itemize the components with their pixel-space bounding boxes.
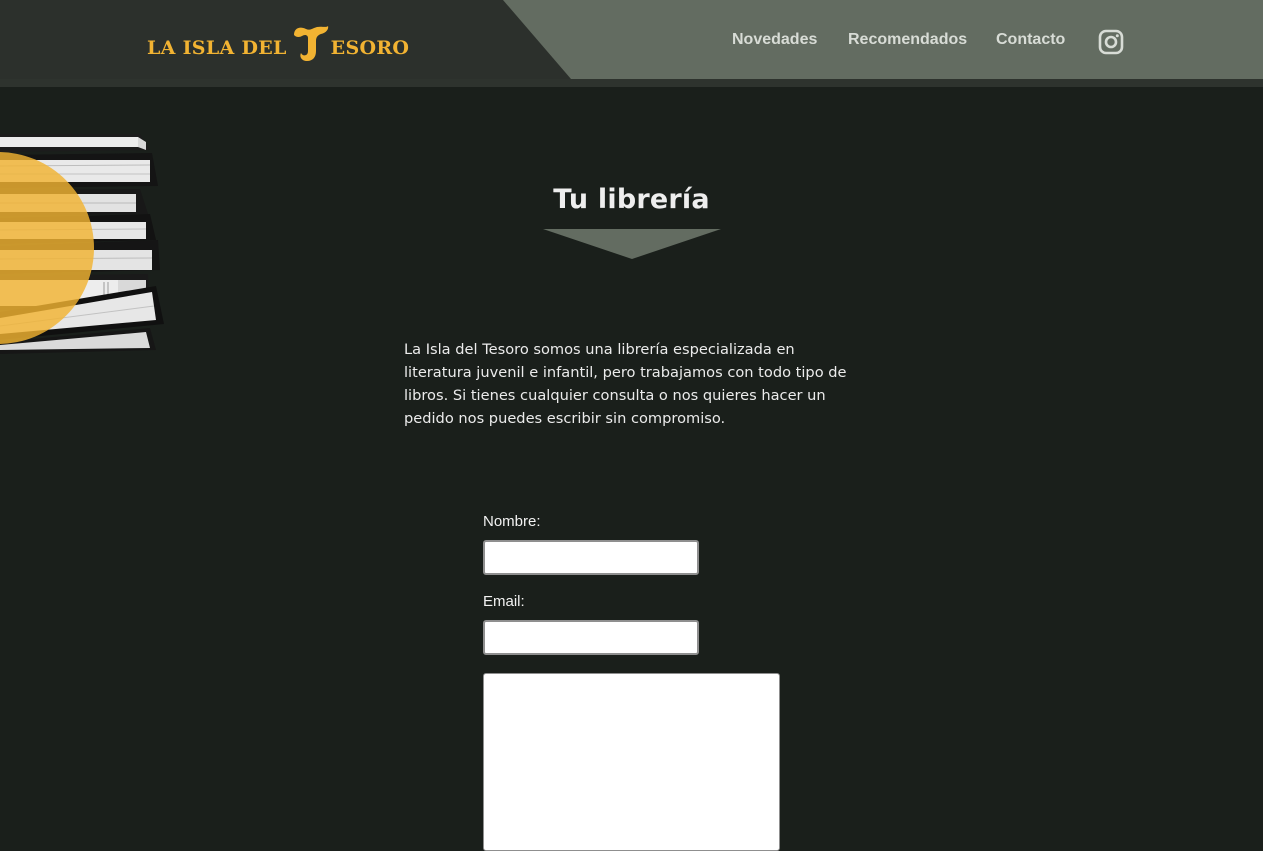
instagram-icon[interactable] bbox=[1098, 29, 1124, 55]
site-header: LA ISLA DEL ESORO Novedades Recomendados… bbox=[0, 0, 1263, 87]
message-textarea[interactable] bbox=[483, 673, 780, 851]
intro-paragraph: La Isla del Tesoro somos una librería es… bbox=[404, 341, 847, 427]
name-label: Nombre: bbox=[483, 513, 541, 530]
logo-text-lead: LA ISLA DEL bbox=[147, 37, 287, 59]
name-field[interactable] bbox=[483, 540, 699, 575]
book-stack-image bbox=[0, 128, 170, 360]
site-logo[interactable]: LA ISLA DEL ESORO bbox=[147, 24, 409, 64]
email-field[interactable] bbox=[483, 620, 699, 655]
email-label: Email: bbox=[483, 593, 525, 610]
page-title: Tu librería bbox=[553, 184, 710, 215]
logo-text-tail: ESORO bbox=[330, 37, 410, 59]
nav-link-contacto[interactable]: Contacto bbox=[996, 31, 1065, 51]
title-arrow-decoration bbox=[543, 229, 721, 259]
logo-t-glyph bbox=[291, 24, 333, 64]
nav-link-novedades[interactable]: Novedades bbox=[732, 31, 817, 51]
nav-link-recomendados[interactable]: Recomendados bbox=[848, 31, 967, 51]
